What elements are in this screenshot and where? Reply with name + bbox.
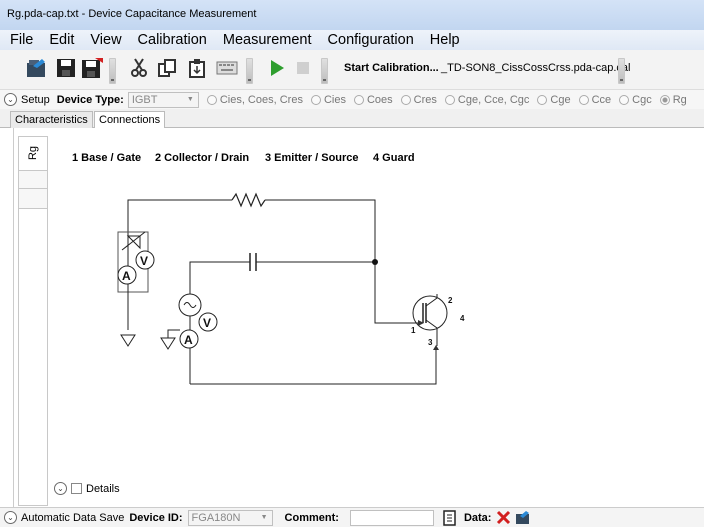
adjustable-arrow: [121, 231, 146, 251]
wire: [265, 199, 376, 262]
ammeter-label: A: [184, 333, 193, 347]
auto-save-label: Automatic Data Save: [21, 511, 125, 524]
details-label: Details: [86, 482, 120, 495]
comment-input[interactable]: [349, 509, 434, 526]
junction-dot: [372, 259, 378, 265]
status-bar: ⌄ Automatic Data Save Device ID: FGA180N…: [0, 507, 704, 527]
voltmeter-label: V: [203, 316, 211, 330]
pin-label: 2: [448, 296, 453, 305]
wire: [189, 261, 250, 303]
details-checkbox[interactable]: [71, 483, 82, 494]
ground-symbol: [120, 334, 136, 347]
voltmeter-label: V: [140, 254, 148, 268]
pin-label: 3: [428, 338, 433, 347]
pin-label: 4: [460, 314, 465, 323]
delete-icon[interactable]: [496, 510, 511, 525]
wire: [190, 346, 437, 385]
device-id-label: Device ID:: [129, 511, 183, 524]
wire: [167, 329, 180, 338]
comment-label: Comment:: [284, 511, 339, 524]
data-file-icon[interactable]: [442, 509, 458, 526]
device-id-value: FGA180N: [191, 511, 241, 524]
device-id-select[interactable]: FGA180N ▼: [187, 509, 273, 526]
details-row: ⌄ Details: [54, 482, 120, 495]
arrow-marker: [433, 345, 439, 350]
chevron-down-icon: ▼: [260, 513, 268, 521]
wire: [127, 199, 232, 243]
data-label: Data:: [463, 511, 492, 524]
ground-symbol: [160, 337, 176, 350]
resistor-symbol: [231, 192, 266, 208]
open-folder-icon[interactable]: [515, 510, 531, 525]
details-expand-icon[interactable]: ⌄: [54, 482, 67, 495]
connection-schematic: A V V A 1 2 3 4: [117, 192, 465, 385]
ammeter-label: A: [122, 269, 131, 283]
bottom-expand-icon[interactable]: ⌄: [4, 511, 17, 524]
pin-label: 1: [411, 326, 416, 335]
wire: [374, 262, 418, 324]
